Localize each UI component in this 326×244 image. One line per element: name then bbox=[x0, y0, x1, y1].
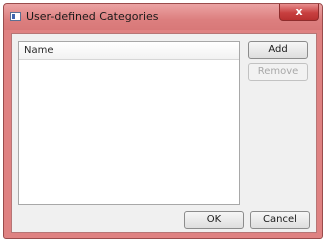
close-icon: x bbox=[295, 5, 303, 18]
dialog-window: User-defined Categories x Name Add Remov… bbox=[3, 3, 323, 239]
title-bar[interactable]: User-defined Categories x bbox=[4, 4, 322, 30]
cancel-button[interactable]: Cancel bbox=[250, 211, 310, 229]
window-title: User-defined Categories bbox=[26, 10, 159, 23]
remove-button[interactable]: Remove bbox=[248, 63, 308, 81]
dialog-client-area: Name Add Remove OK Cancel bbox=[11, 33, 317, 233]
add-button[interactable]: Add bbox=[248, 41, 308, 59]
ok-button[interactable]: OK bbox=[184, 211, 244, 229]
categories-list[interactable]: Name bbox=[18, 41, 240, 205]
column-header[interactable]: Name bbox=[19, 42, 239, 60]
close-button[interactable]: x bbox=[279, 4, 319, 21]
column-header-name[interactable]: Name bbox=[24, 45, 54, 56]
app-icon bbox=[10, 12, 21, 21]
